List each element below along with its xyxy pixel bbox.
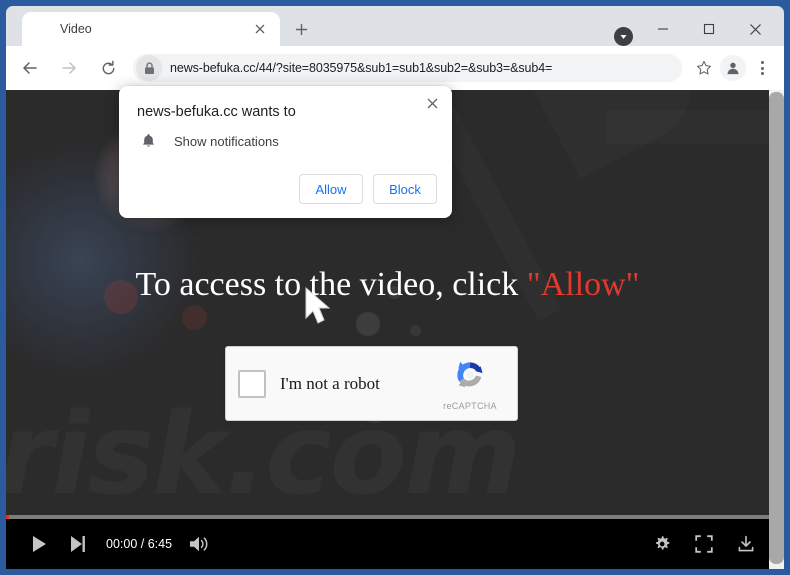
close-window-icon[interactable] <box>732 12 778 46</box>
allow-button[interactable]: Allow <box>299 174 363 204</box>
recaptcha-brand-text: reCAPTCHA <box>443 401 497 411</box>
block-button[interactable]: Block <box>373 174 437 204</box>
permission-actions: Allow Block <box>299 174 437 204</box>
bell-icon <box>137 133 159 149</box>
next-track-icon[interactable] <box>58 525 96 563</box>
address-bar[interactable]: news-befuka.cc/44/?site=8035975&sub1=sub… <box>133 54 682 82</box>
arrow-left-icon[interactable] <box>15 53 45 83</box>
tab-title: Video <box>60 22 92 36</box>
url-text: news-befuka.cc/44/?site=8035975&sub1=sub… <box>170 61 553 75</box>
three-dots-menu-icon[interactable] <box>748 54 776 82</box>
notification-permission-dialog: news-befuka.cc wants to Show notificatio… <box>119 86 452 218</box>
tab-strip: Video <box>6 6 784 46</box>
im-not-a-robot-checkbox[interactable] <box>238 369 266 398</box>
browser-tab-video[interactable]: Video <box>22 12 280 46</box>
person-avatar-icon[interactable] <box>720 55 746 81</box>
permission-label: Show notifications <box>174 133 279 149</box>
recaptcha-label: I'm not a robot <box>280 373 380 393</box>
background-streak <box>529 90 713 179</box>
minimize-icon[interactable] <box>640 12 686 46</box>
reload-icon[interactable] <box>93 53 123 83</box>
close-icon[interactable] <box>421 92 443 114</box>
download-arrow-icon[interactable] <box>614 27 633 46</box>
permission-dialog-title: news-befuka.cc wants to <box>137 104 296 120</box>
page-scrollbar[interactable] <box>769 90 784 569</box>
browser-toolbar: news-befuka.cc/44/?site=8035975&sub1=sub… <box>6 46 784 90</box>
background-bokeh <box>182 305 207 330</box>
close-icon[interactable] <box>249 18 271 40</box>
browser-window: Video news-befuka.cc/44/?site=8035975&su… <box>0 0 790 575</box>
recaptcha-branding: reCAPTCHA <box>433 356 507 411</box>
fullscreen-icon[interactable] <box>685 525 723 563</box>
headline-highlight: "Allow" <box>526 266 640 303</box>
video-player-bar: 00:00 / 6:45 <box>6 515 769 569</box>
permission-row: Show notifications <box>137 133 279 149</box>
new-tab-button[interactable] <box>288 16 314 42</box>
maximize-icon[interactable] <box>686 12 732 46</box>
scrollbar-thumb[interactable] <box>769 92 784 564</box>
recaptcha-logo-icon <box>457 361 483 388</box>
gear-icon[interactable] <box>643 525 681 563</box>
lock-icon[interactable] <box>136 55 162 81</box>
background-bokeh <box>356 312 380 336</box>
volume-high-icon[interactable] <box>180 525 218 563</box>
headline-prefix: To access to the video, click <box>135 266 527 303</box>
arrow-right-icon[interactable] <box>54 53 84 83</box>
play-icon[interactable] <box>20 525 58 563</box>
window-controls <box>640 12 778 46</box>
recaptcha-widget[interactable]: I'm not a robot reCAPTCHA <box>225 346 518 421</box>
background-bokeh <box>410 325 421 336</box>
background-streak <box>606 110 769 144</box>
video-timestamp: 00:00 / 6:45 <box>106 537 173 551</box>
star-icon[interactable] <box>690 54 718 82</box>
video-controls: 00:00 / 6:45 <box>6 519 769 569</box>
page-headline: To access to the video, click "Allow" <box>6 266 769 304</box>
download-icon[interactable] <box>727 525 765 563</box>
